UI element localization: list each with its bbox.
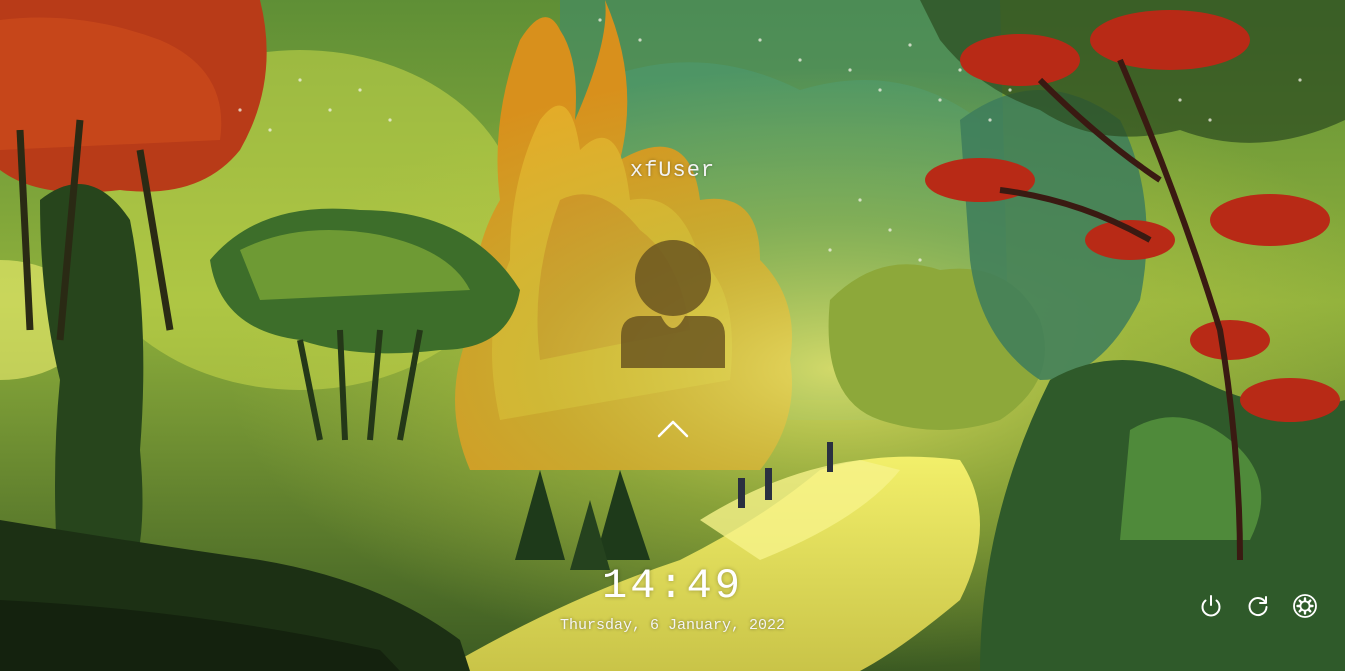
user-silhouette-icon xyxy=(621,240,725,368)
power-button[interactable] xyxy=(1197,592,1225,620)
chevron-up-icon xyxy=(657,420,689,438)
clock-time: 14:49 xyxy=(601,562,744,610)
expand-login-button[interactable] xyxy=(653,412,693,444)
user-avatar xyxy=(617,240,729,370)
settings-button[interactable] xyxy=(1291,592,1319,620)
restart-button[interactable] xyxy=(1244,592,1272,620)
clock-date: Thursday, 6 January, 2022 xyxy=(559,617,786,634)
username-label: xfUser xyxy=(629,158,716,183)
gear-icon xyxy=(1293,594,1317,618)
power-icon xyxy=(1201,595,1221,617)
restart-icon xyxy=(1248,596,1268,616)
